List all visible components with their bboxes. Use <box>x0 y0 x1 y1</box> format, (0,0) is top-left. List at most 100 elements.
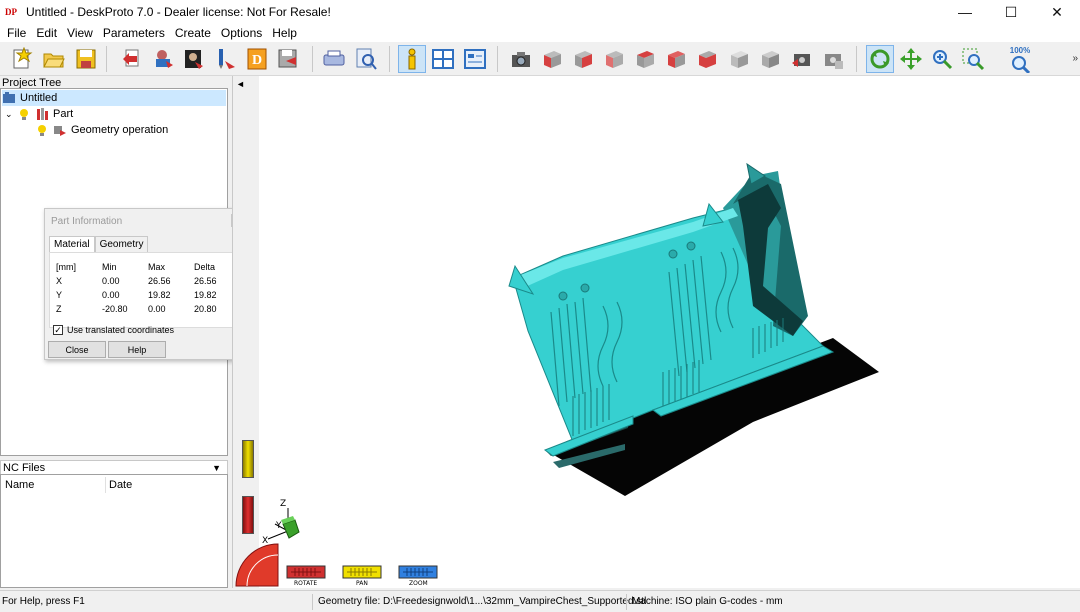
tree-item-label: Untitled <box>20 92 58 104</box>
view-top-icon[interactable] <box>662 45 690 73</box>
tree-item-label: Geometry operation <box>71 124 169 136</box>
preview-icon[interactable] <box>320 45 348 73</box>
row-delta: 20.80 <box>194 304 217 314</box>
view-front-icon[interactable] <box>538 45 566 73</box>
maximize-button[interactable]: ☐ <box>988 0 1034 24</box>
row-min: 0.00 <box>102 290 120 300</box>
column-date[interactable]: Date <box>109 479 132 491</box>
tab-geometry[interactable]: Geometry <box>94 236 149 252</box>
project-icon <box>3 92 15 103</box>
dropdown-arrow-icon[interactable]: ▼ <box>212 461 221 475</box>
view-back-icon[interactable] <box>631 45 659 73</box>
new-icon[interactable] <box>8 45 36 73</box>
pan-nav-button[interactable] <box>342 565 382 579</box>
row-axis: Y <box>56 290 63 300</box>
tool-icon[interactable] <box>212 45 240 73</box>
help-button[interactable]: Help <box>108 341 166 358</box>
tab-material[interactable]: Material <box>49 236 95 252</box>
zoom-nav-button[interactable] <box>398 565 438 579</box>
column-name[interactable]: Name <box>5 479 34 491</box>
3d-viewport[interactable]: ◄ Z Y X ROTATE PAN ZOOM <box>232 76 1080 588</box>
minimize-button[interactable]: — <box>942 0 988 24</box>
operation-icon <box>54 126 66 136</box>
view-bottom-icon[interactable] <box>693 45 721 73</box>
dialog-title: Part Information <box>51 216 123 227</box>
lightbulb-icon[interactable] <box>35 123 49 137</box>
tree-item-untitled[interactable]: Untitled <box>2 90 226 106</box>
header-max: Max <box>148 262 166 272</box>
menu-options[interactable]: Options <box>216 26 267 40</box>
row-min: 0.00 <box>102 276 120 286</box>
camera-icon[interactable] <box>507 45 535 73</box>
lightbulb-icon[interactable] <box>17 107 31 121</box>
menu-parameters[interactable]: Parameters <box>98 26 170 40</box>
layout-icon[interactable] <box>429 45 457 73</box>
svg-text:D: D <box>252 53 262 68</box>
info-icon[interactable] <box>398 45 426 73</box>
status-geometry-file: Geometry file: D:\Freedesignwold\1...\32… <box>318 596 647 607</box>
part-info-table: [mm] Min Max Delta X 0.00 26.56 26.56 Y … <box>49 252 245 328</box>
tree-item-geometry-operation[interactable]: Geometry operation <box>35 122 168 138</box>
rotate-dial-icon[interactable] <box>235 543 279 587</box>
open-icon[interactable] <box>40 45 68 73</box>
row-axis: X <box>56 276 63 286</box>
nc-files-title: NC Files <box>3 462 46 474</box>
header-min: Min <box>102 262 117 272</box>
checkbox-label: Use translated coordinates <box>67 325 175 335</box>
view-left-icon[interactable] <box>600 45 628 73</box>
zoom-window-icon[interactable] <box>959 45 987 73</box>
nc-files-list: Name Date <box>0 474 228 588</box>
rotate-tool-icon[interactable] <box>866 45 894 73</box>
part-icon <box>37 108 48 120</box>
checkbox-checked-icon[interactable]: ✓ <box>53 325 63 335</box>
nc-files-header: NC Files ▼ <box>0 460 228 475</box>
toolbar: D 100% » <box>0 42 1080 76</box>
app-logo-icon: DP <box>5 7 17 17</box>
toolbar-overflow-button[interactable]: » <box>1072 53 1078 64</box>
zoom-tool-icon[interactable] <box>928 45 956 73</box>
menu-help[interactable]: Help <box>267 26 302 40</box>
export-icon[interactable] <box>274 45 302 73</box>
drawing-icon[interactable]: D <box>243 45 271 73</box>
close-button[interactable]: Close <box>48 341 106 358</box>
view-right-icon[interactable] <box>569 45 597 73</box>
menu-create[interactable]: Create <box>170 26 216 40</box>
close-window-button[interactable]: ✕ <box>1034 0 1080 24</box>
axis-z-label: Z <box>280 499 286 509</box>
status-bar: For Help, press F1 Geometry file: D:\Fre… <box>0 590 1080 612</box>
save-icon[interactable] <box>72 45 100 73</box>
row-max: 19.82 <box>148 290 171 300</box>
header-delta: Delta <box>194 262 216 272</box>
row-delta: 19.82 <box>194 290 217 300</box>
axis-y-label: Y <box>275 521 282 531</box>
menu-edit[interactable]: Edit <box>31 26 62 40</box>
pan-tool-icon[interactable] <box>897 45 925 73</box>
zoom-label: ZOOM <box>409 580 428 587</box>
part-information-dialog: Part Information Material Geometry [mm] … <box>44 208 248 360</box>
model-canvas[interactable]: Z Y X ROTATE PAN ZOOM <box>233 76 1080 588</box>
import-icon[interactable] <box>118 45 146 73</box>
status-machine: Machine: ISO plain G-codes - mm <box>632 596 783 607</box>
menu-file[interactable]: File <box>2 26 31 40</box>
view-iso-2-icon[interactable] <box>756 45 784 73</box>
screenshot-2-icon[interactable] <box>819 45 847 73</box>
part-icon[interactable] <box>150 45 178 73</box>
properties-icon[interactable] <box>461 45 489 73</box>
rotate-label: ROTATE <box>294 580 317 587</box>
tree-item-part[interactable]: ⌄ Part <box>5 106 73 122</box>
translated-coordinates-checkbox[interactable]: ✓ Use translated coordinates <box>53 325 174 335</box>
rotate-nav-button[interactable] <box>286 565 326 579</box>
chevron-down-icon[interactable]: ⌄ <box>5 109 17 120</box>
header-unit: [mm] <box>56 262 76 272</box>
zoom-100-label: 100% <box>1009 45 1031 55</box>
inspect-icon[interactable] <box>352 45 380 73</box>
zoom-100-icon[interactable]: 100% <box>1006 45 1034 73</box>
operation-icon[interactable] <box>180 45 208 73</box>
menu-view[interactable]: View <box>62 26 98 40</box>
window-title: Untitled - DeskProto 7.0 - Dealer licens… <box>26 5 331 19</box>
row-delta: 26.56 <box>194 276 217 286</box>
row-max: 26.56 <box>148 276 171 286</box>
view-iso-icon[interactable] <box>725 45 753 73</box>
screenshot-icon[interactable] <box>788 45 816 73</box>
axis-triad-icon <box>267 508 300 540</box>
